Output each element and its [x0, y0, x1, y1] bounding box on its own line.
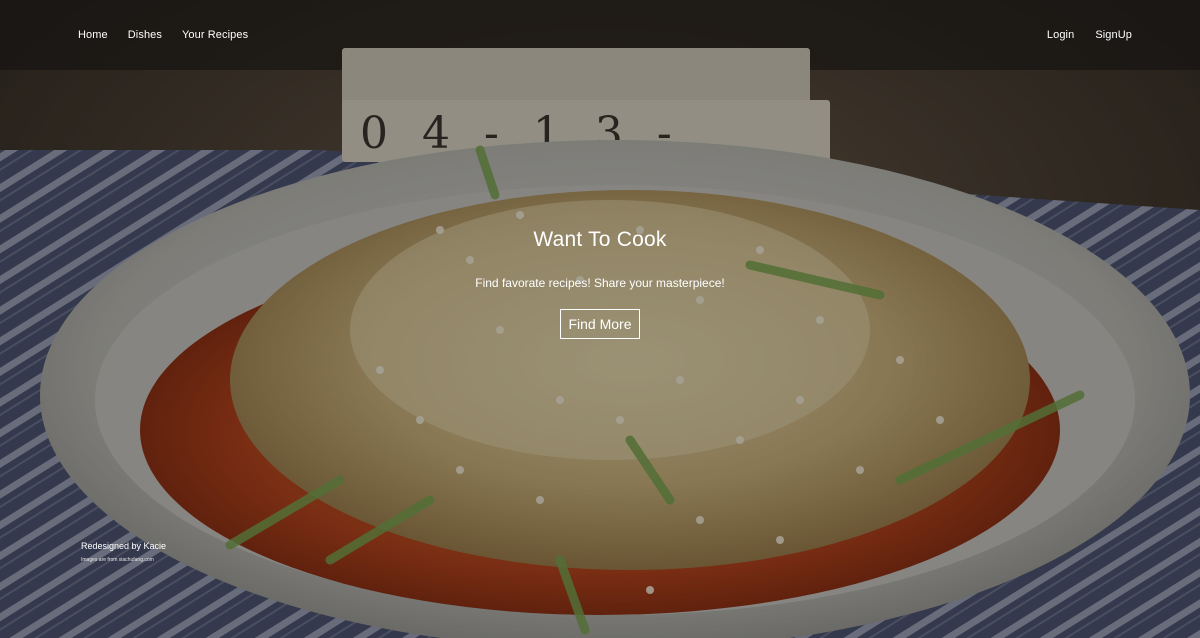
hero-title: Want To Cook — [533, 228, 667, 251]
footer-credit: Redesigned by Kacie Images are from xiac… — [81, 541, 166, 563]
designer-credit: Redesigned by Kacie — [81, 541, 167, 551]
nav-dishes-link[interactable]: Dishes — [128, 29, 162, 41]
hero-section: Want To Cook Find favorate recipes! Shar… — [0, 228, 1200, 339]
nav-your-recipes-link[interactable]: Your Recipes — [182, 29, 248, 41]
login-link[interactable]: Login — [1047, 29, 1074, 41]
find-more-button[interactable]: Find More — [560, 309, 640, 339]
page: 04-13- Home Dishes Your Recipes Login Si… — [0, 0, 1200, 638]
image-source-credit: Images are from xiachufang.com — [81, 557, 154, 563]
signup-link[interactable]: SignUp — [1095, 29, 1132, 41]
primary-nav: Home Dishes Your Recipes — [78, 29, 248, 41]
hero-subtitle: Find favorate recipes! Share your master… — [475, 276, 725, 290]
account-nav: Login SignUp — [1047, 29, 1132, 41]
nav-home-link[interactable]: Home — [78, 29, 108, 41]
